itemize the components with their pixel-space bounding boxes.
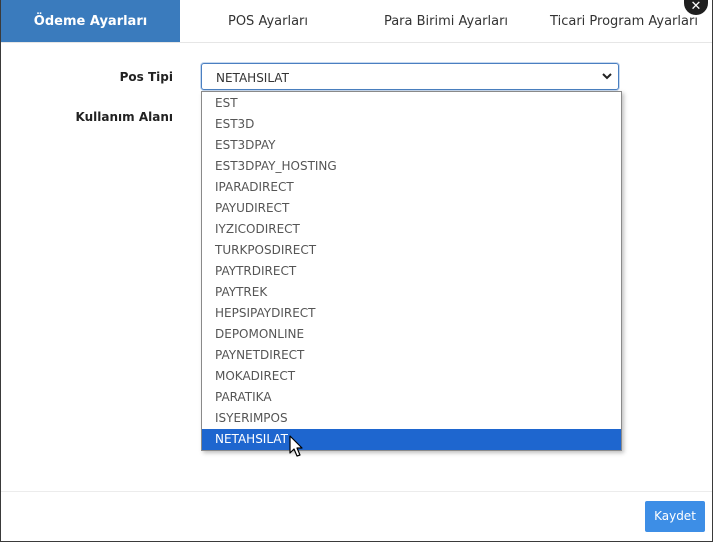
tab-para-birimi-ayarlari[interactable]: Para Birimi Ayarları: [356, 0, 536, 42]
kullanim-alani-label: Kullanım Alanı: [75, 110, 173, 124]
dropdown-option[interactable]: TURKPOSDIRECT: [202, 240, 621, 261]
pos-tipi-dropdown-list: EST EST3D EST3DPAY EST3DPAY_HOSTING IPAR…: [201, 91, 622, 451]
dropdown-option-selected[interactable]: NETAHSILAT: [202, 429, 621, 450]
tab-bar: Ödeme Ayarları POS Ayarları Para Birimi …: [1, 0, 712, 43]
tab-pos-ayarlari[interactable]: POS Ayarları: [180, 0, 356, 42]
dropdown-option[interactable]: ISYERIMPOS: [202, 408, 621, 429]
pos-tipi-label: Pos Tipi: [119, 70, 173, 84]
pos-tipi-select[interactable]: NETAHSILAT: [201, 63, 619, 90]
settings-modal: Ödeme Ayarları POS Ayarları Para Birimi …: [0, 0, 713, 542]
dropdown-option[interactable]: EST3DPAY: [202, 135, 621, 156]
tab-odeme-ayarlari[interactable]: Ödeme Ayarları: [1, 0, 180, 42]
dropdown-option[interactable]: EST3DPAY_HOSTING: [202, 156, 621, 177]
save-button[interactable]: Kaydet: [645, 501, 705, 532]
dropdown-option[interactable]: PAYNETDIRECT: [202, 345, 621, 366]
dropdown-option[interactable]: HEPSIPAYDIRECT: [202, 303, 621, 324]
dropdown-option[interactable]: PAYTRDIRECT: [202, 261, 621, 282]
dropdown-option[interactable]: IYZICODIRECT: [202, 219, 621, 240]
dropdown-option[interactable]: EST3D: [202, 114, 621, 135]
dropdown-option[interactable]: IPARADIRECT: [202, 177, 621, 198]
dropdown-option[interactable]: PAYTREK: [202, 282, 621, 303]
chevron-down-icon: [602, 73, 612, 80]
dropdown-option[interactable]: EST: [202, 93, 621, 114]
footer-divider: [1, 491, 712, 492]
dropdown-option[interactable]: DEPOMONLINE: [202, 324, 621, 345]
pos-tipi-select-value: NETAHSILAT: [216, 71, 289, 85]
dropdown-option[interactable]: MOKADIRECT: [202, 366, 621, 387]
dropdown-option[interactable]: PARATIKA: [202, 387, 621, 408]
mouse-pointer-icon: [289, 435, 303, 457]
dropdown-option[interactable]: PAYUDIRECT: [202, 198, 621, 219]
